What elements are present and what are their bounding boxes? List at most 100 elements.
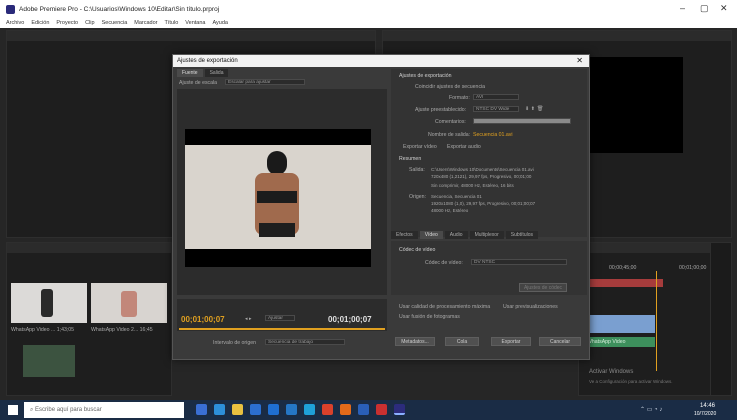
premiere-app-icon — [6, 4, 15, 14]
project-panel: WhatsApp Video ... 1;43;05 WhatsApp Vide… — [6, 242, 172, 396]
menu-secuencia[interactable]: Secuencia — [102, 20, 128, 26]
format-dropdown[interactable]: AVI — [473, 94, 519, 100]
summary-source-label: Origen: — [409, 194, 427, 200]
audio-meter — [710, 242, 732, 396]
playhead[interactable] — [656, 271, 657, 371]
activation-watermark-text: Ve a Configuración para activar Windows. — [589, 379, 673, 384]
timeline-audio-clip[interactable]: WhatsApp Video — [585, 337, 655, 347]
source-output-tabs: Fuente Salida — [177, 69, 229, 77]
window-title: Adobe Premiere Pro - C:\Usuarios\Windows… — [19, 5, 220, 13]
windows-start-icon[interactable] — [8, 405, 18, 415]
video-codec-header[interactable]: Códec de vídeo — [399, 247, 435, 253]
use-previews-checkbox[interactable]: Usar previsualizaciones — [503, 304, 558, 310]
task-view-icon[interactable] — [196, 404, 207, 415]
video-codec-label: Códec de vídeo: — [425, 260, 463, 266]
export-settings-header[interactable]: Ajustes de exportación — [399, 73, 451, 79]
premiere-taskbar-icon[interactable] — [394, 404, 405, 415]
summary-source-line3: 48000 Hz, Estéreo — [431, 208, 469, 213]
preset-action-icons[interactable]: ⬇ ⬆ 🗑 — [525, 106, 543, 112]
close-window-button[interactable]: ✕ — [720, 3, 728, 14]
export-video-checkbox[interactable]: Exportar vídeo — [403, 144, 437, 150]
summary-output-line2: 720x480 (1,2121), 29,97 fps, Progresivo,… — [431, 174, 532, 179]
taskbar-search-placeholder: Escribe aquí para buscar — [35, 407, 102, 413]
menu-titulo[interactable]: Título — [165, 20, 179, 26]
summary-output-line3: Sin comprimir, 48000 Hz, Estéreo, 16 bit… — [431, 183, 514, 188]
export-button[interactable]: Exportar — [491, 337, 531, 346]
output-name-link[interactable]: Secuencia 01.avi — [473, 132, 513, 138]
source-range-label: Intervalo de origen — [213, 340, 256, 346]
tab-multiplexer[interactable]: Multiplexor — [469, 231, 504, 239]
menu-ayuda[interactable]: Ayuda — [212, 20, 228, 26]
program-monitor-header — [383, 31, 731, 41]
timeline-header — [579, 243, 731, 253]
project-clip-thumbnail[interactable] — [91, 283, 167, 323]
comments-label: Comentarios: — [435, 119, 466, 125]
menu-edicion[interactable]: Edición — [31, 20, 49, 26]
export-audio-checkbox[interactable]: Exportar audio — [447, 144, 481, 150]
cancel-button[interactable]: Cancelar — [539, 337, 581, 346]
codec-settings-button[interactable]: Ajustes de códec — [519, 283, 567, 292]
in-timecode[interactable]: 00;01;00;07 — [181, 315, 225, 324]
tab-effects[interactable]: Efectos — [391, 231, 418, 239]
dialog-close-button[interactable]: ✕ — [576, 55, 583, 67]
taskbar-date[interactable]: 10/7/2020 — [694, 411, 716, 417]
queue-button[interactable]: Cola — [445, 337, 479, 346]
chrome-icon[interactable] — [322, 404, 333, 415]
menu-marcador[interactable]: Marcador — [134, 20, 157, 26]
menu-bar: Archivo Edición Proyecto Clip Secuencia … — [0, 18, 737, 28]
tab-captions[interactable]: Subtítulos — [505, 231, 538, 239]
app-icon[interactable] — [376, 404, 387, 415]
word-icon[interactable] — [286, 404, 297, 415]
windows-taskbar: ⌕ Escribe aquí para buscar ⌃ ▭ ◔ ♪ 14:46… — [0, 400, 737, 420]
timeline-work-area-bar[interactable] — [585, 279, 663, 287]
timeline-video-clip[interactable] — [585, 315, 655, 333]
tab-output[interactable]: Salida — [204, 69, 229, 77]
menu-archivo[interactable]: Archivo — [6, 20, 24, 26]
comments-field[interactable] — [473, 118, 571, 124]
search-icon: ⌕ — [30, 407, 34, 413]
tab-video[interactable]: Vídeo — [419, 231, 443, 239]
match-sequence-checkbox[interactable]: Coincidir ajustes de secuencia — [415, 84, 485, 90]
fit-dropdown[interactable]: Ajustar — [265, 315, 295, 321]
maximize-button[interactable]: ▢ — [700, 3, 709, 14]
tab-audio[interactable]: Audio — [444, 231, 468, 239]
preview-frame — [185, 145, 371, 249]
tab-source[interactable]: Fuente — [177, 69, 203, 77]
file-explorer-icon[interactable] — [232, 404, 243, 415]
project-clip-thumbnail[interactable] — [11, 283, 87, 323]
frame-blending-checkbox[interactable]: Usar fusión de fotogramas — [399, 314, 460, 320]
project-clip-label: WhatsApp Video 2... 16;45 — [91, 327, 153, 333]
format-label: Formato: — [449, 95, 470, 101]
system-tray-icons[interactable]: ⌃ ▭ ◔ ♪ — [640, 406, 662, 413]
menu-clip[interactable]: Clip — [85, 20, 94, 26]
source-range-bar[interactable] — [179, 328, 385, 330]
video-codec-dropdown[interactable]: DV NTSC — [471, 259, 567, 265]
set-in-out-buttons[interactable]: ◂ ▸ — [245, 316, 252, 322]
skype-icon[interactable] — [304, 404, 315, 415]
firefox-icon[interactable] — [340, 404, 351, 415]
taskbar-search-box[interactable]: ⌕ Escribe aquí para buscar — [24, 402, 184, 418]
preset-dropdown[interactable]: NTSC DV Wide — [473, 106, 519, 112]
menu-proyecto[interactable]: Proyecto — [56, 20, 78, 26]
menu-ventana[interactable]: Ventana — [185, 20, 205, 26]
audio-clip-thumbnail[interactable] — [23, 345, 75, 377]
metadata-button[interactable]: Metadatos... — [395, 337, 435, 346]
source-scaling-dropdown[interactable]: Escalar para ajustar — [225, 79, 305, 85]
source-range-dropdown[interactable]: Secuencia de trabajo — [265, 339, 345, 345]
taskbar-time[interactable]: 14:46 — [700, 403, 715, 409]
mail-icon[interactable] — [250, 404, 261, 415]
max-render-quality-checkbox[interactable]: Usar calidad de procesamiento máxima — [399, 304, 490, 310]
store-icon[interactable] — [268, 404, 279, 415]
export-settings-dialog: Ajustes de exportación ✕ Fuente Salida A… — [172, 54, 590, 360]
minimize-button[interactable]: – — [680, 3, 685, 13]
photos-icon[interactable] — [358, 404, 369, 415]
duration-timecode: 00;01;00;07 — [328, 315, 372, 324]
summary-header[interactable]: Resumen — [399, 156, 421, 162]
person-head — [267, 151, 287, 175]
activation-watermark-title: Activar Windows — [589, 369, 634, 375]
summary-output-label: Salida: — [409, 167, 425, 173]
project-panel-header — [7, 243, 171, 253]
edge-browser-icon[interactable] — [214, 404, 225, 415]
project-clip-label: WhatsApp Video ... 1;43;05 — [11, 327, 75, 333]
preset-label: Ajuste preestablecido: — [415, 107, 467, 113]
